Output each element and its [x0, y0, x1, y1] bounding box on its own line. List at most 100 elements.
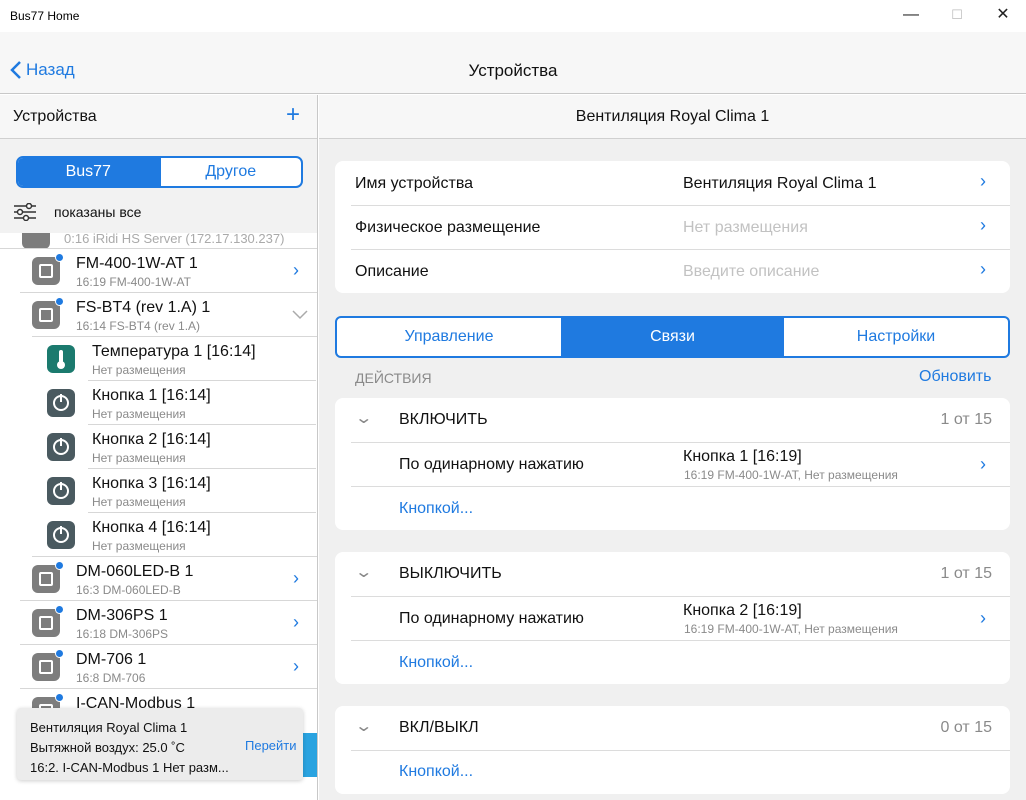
trigger-type: По одинарному нажатию: [399, 456, 584, 473]
server-icon: [22, 233, 50, 249]
action-count: 1 от 15: [940, 565, 992, 582]
chevron-right-icon: ›: [980, 171, 986, 191]
device-subtitle: 16:19 FM-400-1W-AT: [76, 275, 191, 289]
toast-value: Вытяжной воздух: 25.0 ˚С: [30, 740, 185, 755]
chevron-down-icon: ⌄: [354, 564, 374, 581]
chevron-right-icon: ›: [293, 568, 299, 588]
add-by-button-link[interactable]: Кнопкой...: [399, 654, 473, 672]
devices-header: Устройства +: [0, 95, 317, 139]
scroll-accent: [303, 733, 317, 777]
trigger-type: По одинарному нажатию: [399, 610, 584, 627]
action-name: ВКЛЮЧИТЬ: [399, 411, 488, 428]
device-row-dm706[interactable]: DM-706 1 16:8 DM-706 ›: [0, 645, 317, 689]
back-label: Назад: [26, 60, 75, 79]
navigation-bar: Устройства Назад: [0, 32, 1026, 94]
add-device-button[interactable]: +: [286, 103, 300, 127]
device-row-fsbt4[interactable]: FS-BT4 (rev 1.A) 1 16:14 FS-BT4 (rev 1.A…: [0, 293, 317, 337]
sensor-subtitle: Нет размещения: [92, 407, 186, 421]
devices-panel: Устройства + Bus77 Другое показаны все 0…: [0, 95, 318, 800]
device-subtitle: 16:3 DM-060LED-B: [76, 583, 181, 597]
power-icon: [47, 389, 75, 417]
action-header[interactable]: ⌄ ВЫКЛЮЧИТЬ 1 от 15: [335, 552, 1010, 596]
toast-device: Вентиляция Royal Clima 1: [30, 720, 188, 735]
sensor-row-button-4[interactable]: Кнопка 4 [16:14] Нет размещения: [0, 513, 317, 557]
device-row-dm306[interactable]: DM-306PS 1 16:18 DM-306PS ›: [0, 601, 317, 645]
action-header[interactable]: ⌄ ВКЛЮЧИТЬ 1 от 15: [335, 398, 1010, 442]
chevron-right-icon: ›: [980, 259, 986, 279]
chip-icon: [32, 649, 64, 681]
power-icon: [47, 433, 75, 461]
action-card-off: ⌄ ВЫКЛЮЧИТЬ 1 от 15 По одинарному нажати…: [335, 552, 1010, 684]
toast-go-button[interactable]: Перейти: [245, 738, 297, 753]
device-row-dm060[interactable]: DM-060LED-B 1 16:3 DM-060LED-B ›: [0, 557, 317, 601]
actions-header: ДЕЙСТВИЯ: [355, 370, 432, 386]
chevron-down-icon: [292, 310, 308, 320]
prop-value: Введите описание: [683, 263, 820, 280]
action-card-on: ⌄ ВКЛЮЧИТЬ 1 от 15 По одинарному нажатию…: [335, 398, 1010, 530]
action-card-toggle: ⌄ ВКЛ/ВЫКЛ 0 от 15 Кнопкой...: [335, 706, 1010, 794]
sensor-name: Температура 1 [16:14]: [92, 343, 256, 360]
trigger-row[interactable]: По одинарному нажатию Кнопка 2 [16:19] 1…: [335, 596, 1010, 640]
power-icon: [47, 521, 75, 549]
prop-description[interactable]: Описание Введите описание ›: [335, 249, 1010, 293]
detail-tabs: Управление Связи Настройки: [335, 316, 1010, 358]
action-count: 1 от 15: [940, 411, 992, 428]
maximize-button[interactable]: ☐: [934, 0, 980, 32]
window-titlebar: Bus77 Home — ☐ ✕: [0, 0, 1026, 32]
sensor-row-button-1[interactable]: Кнопка 1 [16:14] Нет размещения: [0, 381, 317, 425]
device-name: FM-400-1W-AT 1: [76, 255, 198, 272]
sensor-row-temperature[interactable]: Температура 1 [16:14] Нет размещения: [0, 337, 317, 381]
sensor-subtitle: Нет размещения: [92, 451, 186, 465]
device-row-partial[interactable]: 0:16 iRidi HS Server (172.17.130.237): [0, 233, 317, 249]
prop-value: Нет размещения: [683, 219, 808, 236]
device-subtitle: 16:18 DM-306PS: [76, 627, 169, 641]
source-segmented-control: Bus77 Другое: [16, 156, 303, 188]
thermometer-icon: [47, 345, 75, 373]
prop-device-name[interactable]: Имя устройства Вентиляция Royal Clima 1 …: [335, 161, 1010, 205]
sensor-name: Кнопка 2 [16:14]: [92, 431, 211, 448]
filter-sliders-icon: [14, 203, 36, 221]
segment-bus77[interactable]: Bus77: [18, 158, 159, 186]
device-name: DM-706 1: [76, 651, 147, 668]
sensor-name: Кнопка 1 [16:14]: [92, 387, 211, 404]
prop-location[interactable]: Физическое размещение Нет размещения ›: [335, 205, 1010, 249]
devices-title: Устройства: [13, 108, 97, 125]
sensor-row-button-2[interactable]: Кнопка 2 [16:14] Нет размещения: [0, 425, 317, 469]
add-by-button-link[interactable]: Кнопкой...: [399, 500, 473, 518]
device-name: DM-060LED-B 1: [76, 563, 194, 580]
segment-other[interactable]: Другое: [158, 158, 302, 186]
filter-bar[interactable]: показаны все: [14, 203, 141, 221]
chevron-right-icon: ›: [980, 215, 986, 235]
sensor-row-button-3[interactable]: Кнопка 3 [16:14] Нет размещения: [0, 469, 317, 513]
chevron-right-icon: ›: [293, 260, 299, 280]
power-icon: [47, 477, 75, 505]
action-name: ВКЛ/ВЫКЛ: [399, 719, 479, 736]
trigger-target: Кнопка 1 [16:19]: [683, 448, 802, 465]
trigger-target-sub: 16:19 FM-400-1W-AT, Нет размещения: [684, 622, 898, 636]
properties-card: Имя устройства Вентиляция Royal Clima 1 …: [335, 161, 1010, 293]
chevron-down-icon: ⌄: [354, 410, 374, 427]
device-row-fm400[interactable]: FM-400-1W-AT 1 16:19 FM-400-1W-AT ›: [0, 249, 317, 293]
tab-settings[interactable]: Настройки: [784, 318, 1008, 356]
device-name: FS-BT4 (rev 1.A) 1: [76, 299, 211, 316]
action-header[interactable]: ⌄ ВКЛ/ВЫКЛ 0 от 15: [335, 706, 1010, 750]
refresh-button[interactable]: Обновить: [919, 368, 991, 386]
add-by-button-link[interactable]: Кнопкой...: [399, 763, 473, 781]
trigger-row[interactable]: По одинарному нажатию Кнопка 1 [16:19] 1…: [335, 442, 1010, 486]
close-button[interactable]: ✕: [980, 0, 1026, 32]
chip-icon: [32, 297, 64, 329]
tab-control[interactable]: Управление: [337, 318, 562, 356]
filter-label: показаны все: [54, 204, 142, 220]
device-row-subtitle: 0:16 iRidi HS Server (172.17.130.237): [64, 233, 285, 246]
back-button[interactable]: Назад: [10, 60, 75, 80]
chevron-down-icon: ⌄: [354, 718, 374, 735]
chevron-left-icon: [10, 61, 21, 79]
tab-links[interactable]: Связи: [562, 318, 784, 356]
sensor-subtitle: Нет размещения: [92, 363, 186, 377]
device-name: DM-306PS 1: [76, 607, 168, 624]
minimize-button[interactable]: —: [888, 0, 934, 32]
chevron-right-icon: ›: [980, 608, 986, 628]
toast-location: 16:2. I-CAN-Modbus 1 Нет разм...: [30, 760, 229, 775]
action-name: ВЫКЛЮЧИТЬ: [399, 565, 502, 582]
notification-toast: Вентиляция Royal Clima 1 Вытяжной воздух…: [17, 708, 303, 780]
